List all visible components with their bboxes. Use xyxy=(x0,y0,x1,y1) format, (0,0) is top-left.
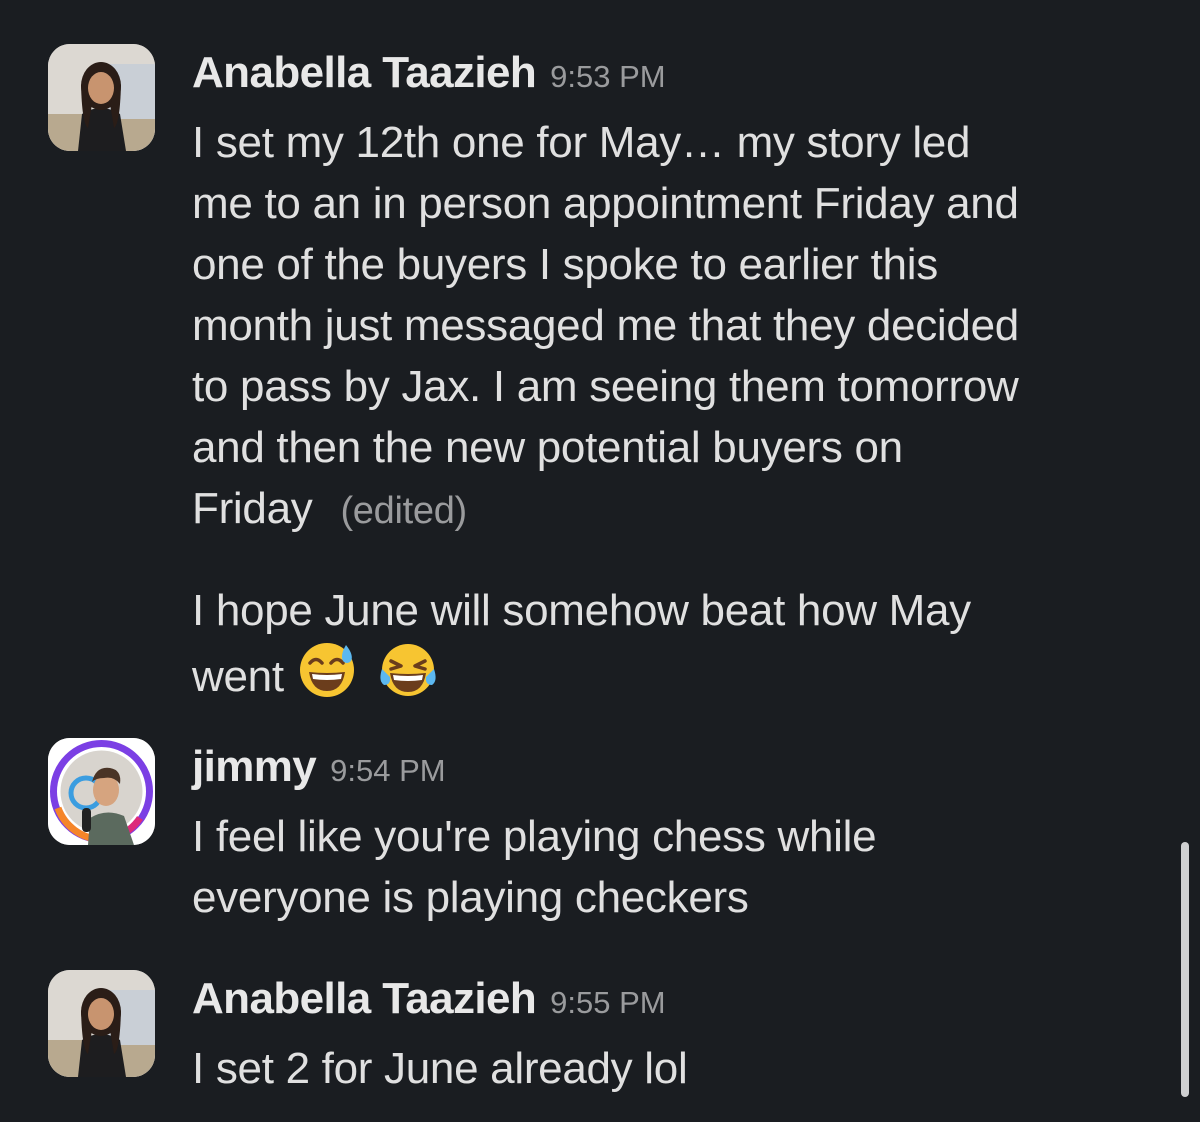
timestamp[interactable]: 9:53 PM xyxy=(550,59,665,95)
avatar-photo xyxy=(48,738,155,845)
text-line: I hope June will somehow beat how May xyxy=(192,586,971,635)
avatar-photo xyxy=(48,44,155,151)
text-line: me to an in person appointment Friday an… xyxy=(192,179,1019,228)
message-content: Anabella Taazieh 9:55 PM I set 2 for Jun… xyxy=(192,974,1170,1099)
text-line: one of the buyers I spoke to earlier thi… xyxy=(192,240,938,289)
message-text: I feel like you're playing chess while e… xyxy=(192,806,1170,928)
text-line: and then the new potential buyers on xyxy=(192,423,903,472)
text-line: everyone is playing checkers xyxy=(192,873,749,922)
message-text: I set my 12th one for May… my story led … xyxy=(192,112,1170,542)
grinning-sweat-emoji xyxy=(298,641,356,715)
author-name[interactable]: Anabella Taazieh xyxy=(192,974,537,1024)
message-header: jimmy 9:54 PM xyxy=(192,742,1170,806)
scrollbar[interactable] xyxy=(1181,842,1189,1097)
text-line: to pass by Jax. I am seeing them tomorro… xyxy=(192,362,1019,411)
message-content: jimmy 9:54 PM I feel like you're playing… xyxy=(192,742,1170,928)
text-line: I set my 12th one for May… my story led xyxy=(192,118,971,167)
text-line: went xyxy=(192,652,284,701)
author-name[interactable]: jimmy xyxy=(192,742,317,792)
message-header: Anabella Taazieh 9:55 PM xyxy=(192,974,1170,1038)
author-name[interactable]: Anabella Taazieh xyxy=(192,48,537,98)
message-header: Anabella Taazieh 9:53 PM xyxy=(192,48,1170,112)
text-line: I feel like you're playing chess while xyxy=(192,812,877,861)
message-content: Anabella Taazieh 9:53 PM I set my 12th o… xyxy=(192,48,1170,715)
edited-label: (edited) xyxy=(340,490,467,532)
timestamp[interactable]: 9:55 PM xyxy=(550,985,665,1021)
timestamp[interactable]: 9:54 PM xyxy=(330,753,445,789)
avatar-photo xyxy=(48,970,155,1077)
message-text: I hope June will somehow beat how May we… xyxy=(192,580,1170,715)
text-line: I set 2 for June already lol xyxy=(192,1044,688,1093)
avatar[interactable] xyxy=(48,970,155,1077)
avatar[interactable] xyxy=(48,44,155,151)
tears-of-joy-emoji xyxy=(378,641,438,715)
text-line: Friday xyxy=(192,484,313,533)
message-text: I set 2 for June already lol xyxy=(192,1038,1170,1099)
avatar[interactable] xyxy=(48,738,155,845)
text-line: month just messaged me that they decided xyxy=(192,301,1019,350)
